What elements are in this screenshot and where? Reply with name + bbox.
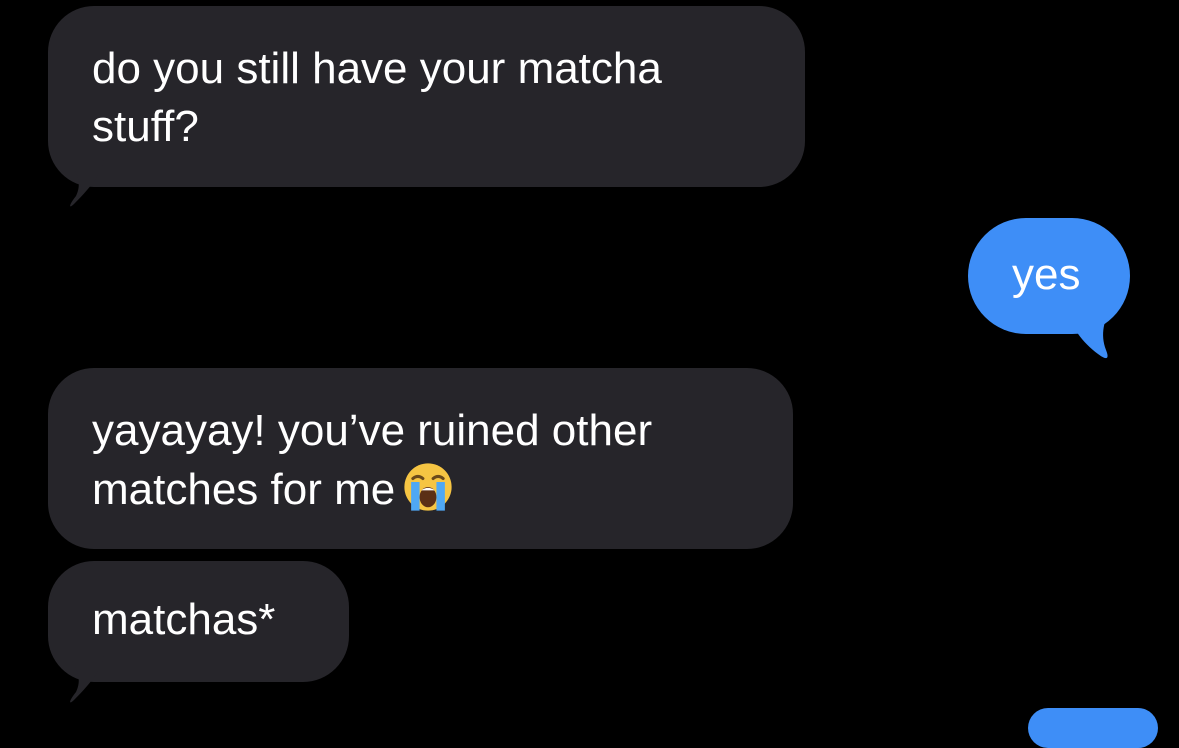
- message-text-line: yayayay! you’ve ruined other: [92, 406, 653, 455]
- message-text: matchas*: [92, 595, 276, 644]
- message-text-line: stuff?: [92, 102, 199, 151]
- message-text-line: do you still have your matcha: [92, 44, 662, 93]
- outgoing-message-bubble-partial[interactable]: [1028, 708, 1158, 748]
- message-text: yes: [1012, 250, 1081, 299]
- outgoing-bubble-tail: [1064, 306, 1112, 359]
- incoming-message-bubble[interactable]: do you still have your matcha stuff?: [48, 6, 805, 187]
- conversation-screen: { "messages": [ {"direction": "incoming"…: [0, 0, 1179, 748]
- incoming-bubble-tail: [68, 656, 104, 703]
- loudly-crying-face-icon: [404, 463, 452, 511]
- message-text-line: matches for me: [92, 460, 749, 519]
- message-text-fragment: matches for me: [92, 465, 396, 514]
- incoming-bubble-tail: [68, 160, 104, 207]
- incoming-message-bubble[interactable]: yayayay! you’ve ruined other matches for…: [48, 368, 793, 549]
